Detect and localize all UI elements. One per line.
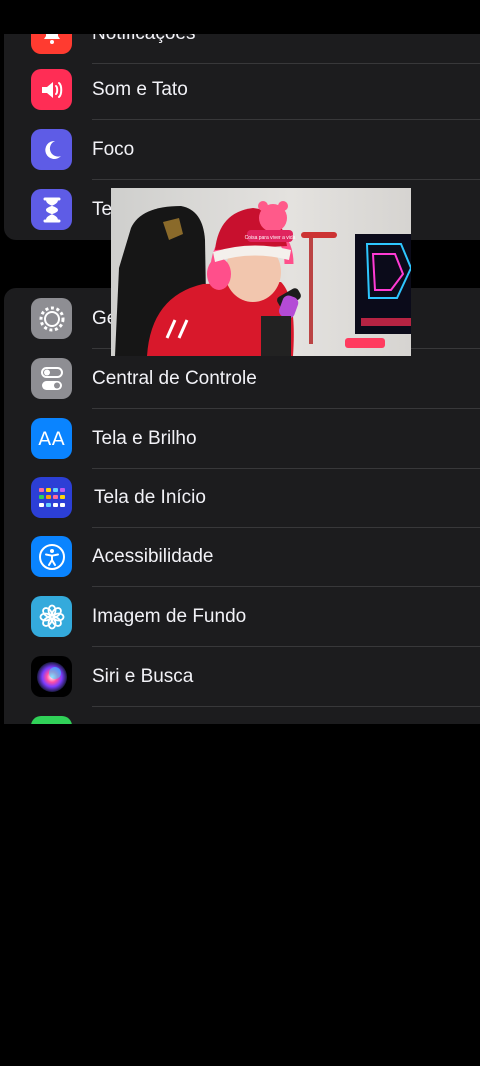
settings-row-imagem-de-fundo[interactable]: Imagem de Fundo <box>4 587 480 647</box>
settings-row-label: Siri e Busca <box>92 666 194 687</box>
green-app-icon <box>31 716 72 724</box>
settings-row-label: Tela de Início <box>94 487 206 508</box>
accessibility-icon <box>31 536 72 577</box>
settings-row-central-de-controle[interactable]: Central de Controle <box>4 349 480 409</box>
settings-row-label: Foco <box>92 139 135 160</box>
text-size-icon: AA <box>31 418 72 459</box>
speaker-icon <box>31 69 72 110</box>
settings-row-acessibilidade[interactable]: Acessibilidade <box>4 527 480 587</box>
settings-row-foco[interactable]: Foco <box>4 120 480 180</box>
settings-row-siri-e-busca[interactable]: Siri e Busca <box>4 647 480 707</box>
bell-icon <box>31 34 72 54</box>
settings-row-som-e-tato[interactable]: Som e Tato <box>4 60 480 120</box>
siri-icon <box>31 656 72 697</box>
gear-icon <box>31 298 72 339</box>
settings-row-label: Imagem de Fundo <box>92 606 247 627</box>
settings-row-label: Te <box>92 199 113 220</box>
settings-row-label: Tela e Brilho <box>92 428 197 449</box>
text-size-glyph: AA <box>38 427 65 450</box>
picture-in-picture-video[interactable]: Coisa para viver a vida <box>111 188 411 356</box>
moon-icon <box>31 129 72 170</box>
app-grid-icon <box>31 477 72 518</box>
toggles-icon <box>31 358 72 399</box>
settings-row-tela-de-inicio[interactable]: Tela de Início <box>4 468 480 528</box>
settings-row-label: Central de Controle <box>92 368 257 389</box>
flower-icon <box>31 596 72 637</box>
hourglass-icon <box>31 189 72 230</box>
video-frame-image: Coisa para viver a vida <box>111 188 411 356</box>
settings-row-label: Acessibilidade <box>92 546 214 567</box>
settings-row-partial[interactable] <box>4 707 480 724</box>
settings-row-label: Som e Tato <box>92 79 188 100</box>
settings-row-tela-e-brilho[interactable]: AA Tela e Brilho <box>4 409 480 469</box>
hat-text: Coisa para viver a vida <box>245 235 296 241</box>
